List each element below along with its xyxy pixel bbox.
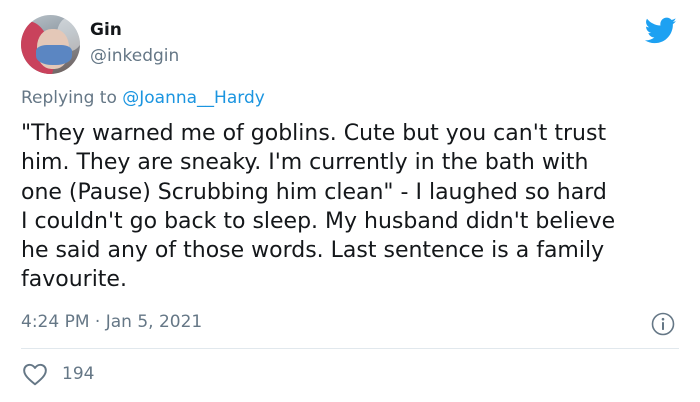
divider	[21, 348, 679, 349]
replying-prefix: Replying to	[21, 88, 123, 108]
info-icon[interactable]	[651, 312, 675, 336]
author-handle[interactable]: @inkedgin	[90, 45, 179, 67]
avatar[interactable]	[21, 15, 80, 74]
replying-to: Replying to @Joanna__Hardy	[21, 86, 265, 110]
author-name[interactable]: Gin	[90, 19, 122, 41]
tweet-date[interactable]: Jan 5, 2021	[106, 312, 203, 332]
twitter-bird-icon[interactable]	[645, 17, 677, 45]
heart-icon[interactable]	[22, 362, 48, 386]
avatar-mask	[36, 45, 72, 65]
tweet-timestamp[interactable]: 4:24 PM · Jan 5, 2021	[21, 310, 202, 334]
tweet-card: Gin @inkedgin Replying to @Joanna__Hardy…	[0, 0, 700, 402]
tweet-time[interactable]: 4:24 PM	[21, 312, 90, 332]
meta-separator: ·	[89, 312, 106, 332]
reply-target-link[interactable]: @Joanna__Hardy	[122, 88, 265, 108]
like-count: 194	[62, 364, 95, 384]
tweet-text: "They warned me of goblins. Cute but you…	[21, 121, 616, 293]
